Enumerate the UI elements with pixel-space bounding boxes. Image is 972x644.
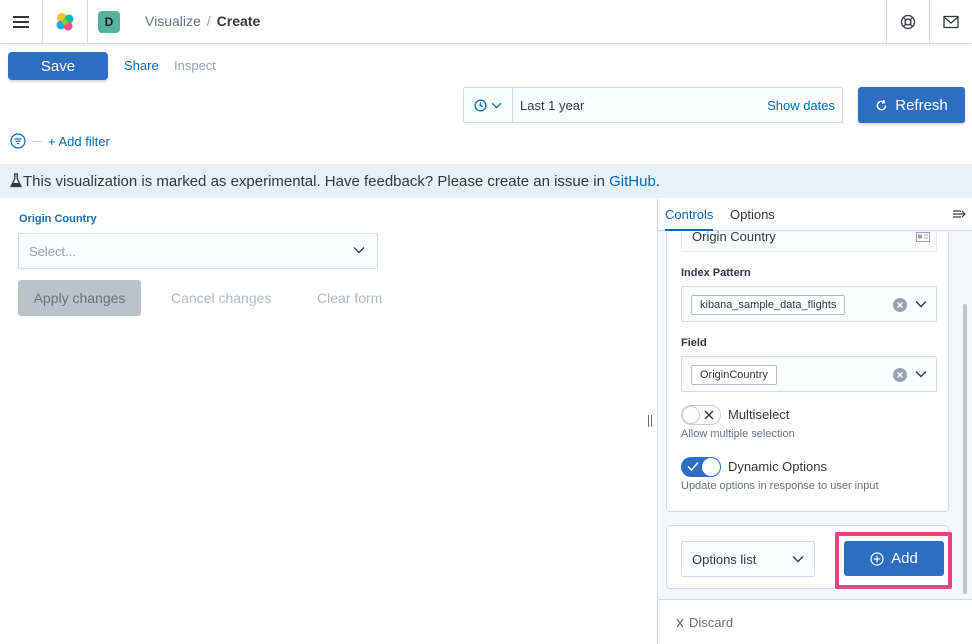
- inspect-link[interactable]: Inspect: [174, 58, 216, 73]
- hamburger-icon: [13, 15, 29, 28]
- cancel-changes-button[interactable]: Cancel changes: [171, 290, 271, 306]
- share-link[interactable]: Share: [124, 58, 159, 73]
- dynamic-options-help: Update options in response to user input: [681, 480, 879, 492]
- close-icon: [897, 372, 903, 378]
- add-filter-link[interactable]: + Add filter: [48, 134, 110, 149]
- multiselect-label: Multiselect: [728, 407, 790, 422]
- clear-selection-button[interactable]: [893, 368, 907, 382]
- save-button[interactable]: Save: [8, 52, 108, 80]
- experimental-banner: This visualization is marked as experime…: [0, 164, 972, 198]
- chevron-down-icon: [353, 247, 365, 254]
- breadcrumb-separator: /: [206, 13, 211, 29]
- close-icon: [897, 302, 903, 308]
- cross-icon: [704, 410, 714, 420]
- tab-controls[interactable]: Controls: [665, 207, 714, 231]
- id-card-icon: [916, 232, 930, 242]
- control-type-value: Options list: [692, 552, 757, 567]
- banner-text: This visualization is marked as experime…: [23, 173, 610, 190]
- sidebar-scrollbar[interactable]: [963, 304, 967, 594]
- switch-knob: [682, 406, 700, 424]
- add-control-label: Add: [891, 550, 918, 567]
- options-select[interactable]: Select...: [18, 233, 378, 269]
- github-link[interactable]: GitHub: [609, 173, 656, 190]
- index-pattern-pill: kibana_sample_data_flights: [691, 295, 846, 315]
- add-control-panel: Options list Add: [666, 525, 952, 589]
- control-label-value: Origin Country: [692, 229, 776, 244]
- apply-changes-button[interactable]: Apply changes: [18, 280, 141, 316]
- refresh-button[interactable]: Refresh: [858, 87, 965, 123]
- clear-form-button[interactable]: Clear form: [317, 290, 382, 306]
- top-header: D Visualize / Create: [0, 0, 972, 44]
- collapse-sidebar-icon[interactable]: [953, 208, 967, 220]
- space-avatar[interactable]: D: [98, 11, 120, 33]
- check-icon: [687, 462, 699, 472]
- kibana-logo[interactable]: [43, 0, 88, 43]
- cross-icon: [676, 618, 684, 627]
- refresh-icon: [876, 99, 887, 110]
- chevron-down-icon: [792, 556, 804, 563]
- discard-button[interactable]: Discard: [676, 615, 733, 630]
- add-button-highlight: Add: [835, 532, 952, 589]
- add-control-button[interactable]: Add: [844, 541, 944, 576]
- menu-toggle-button[interactable]: [0, 0, 43, 43]
- banner-suffix: .: [655, 173, 660, 190]
- multiselect-switch[interactable]: [681, 405, 721, 425]
- field-label: Field: [681, 337, 707, 349]
- clear-selection-button[interactable]: [893, 298, 907, 312]
- resize-handle[interactable]: [648, 415, 654, 427]
- control-editor-card: Origin Country Index Pattern kibana_samp…: [666, 229, 949, 512]
- plus-in-circle-icon: [870, 551, 884, 566]
- date-picker: Last 1 year Show dates: [463, 87, 843, 123]
- beaker-icon: [10, 173, 22, 188]
- filter-options-icon[interactable]: [10, 133, 26, 149]
- newsfeed-button[interactable]: [929, 0, 972, 43]
- sidebar-bottom-bar: Discard: [658, 599, 972, 644]
- help-lifebuoy-icon: [900, 14, 916, 29]
- elastic-logo-icon: [56, 12, 74, 30]
- discard-label: Discard: [689, 615, 734, 630]
- clock-icon: [474, 98, 487, 112]
- dynamic-options-label: Dynamic Options: [728, 459, 827, 474]
- breadcrumb-create: Create: [216, 13, 261, 29]
- date-range-value[interactable]: Last 1 year: [520, 98, 584, 113]
- chevron-down-icon: [491, 102, 502, 109]
- mail-icon: [943, 15, 959, 28]
- show-dates-link[interactable]: Show dates: [767, 98, 835, 113]
- filter-bar: + Add filter: [10, 133, 110, 149]
- breadcrumb-visualize[interactable]: Visualize: [145, 13, 201, 29]
- help-button[interactable]: [886, 0, 929, 43]
- select-placeholder: Select...: [29, 244, 76, 259]
- control-label-input[interactable]: Origin Country: [681, 229, 937, 252]
- field-combobox[interactable]: OriginCountry: [681, 356, 937, 392]
- filter-divider: [32, 140, 42, 142]
- chevron-down-icon[interactable]: [915, 370, 927, 378]
- sidebar-tabs: Controls Options: [658, 199, 972, 231]
- index-pattern-label: Index Pattern: [681, 267, 751, 279]
- field-pill: OriginCountry: [691, 365, 777, 385]
- control-label: Origin Country: [19, 213, 97, 225]
- tab-options[interactable]: Options: [730, 207, 775, 222]
- quick-select-button[interactable]: [464, 88, 513, 122]
- dynamic-options-switch[interactable]: [681, 457, 721, 477]
- control-type-select[interactable]: Options list: [681, 541, 815, 577]
- multiselect-help: Allow multiple selection: [681, 428, 795, 440]
- breadcrumb: Visualize / Create: [145, 13, 260, 29]
- editor-sidebar: Controls Options Origin Country Index Pa…: [657, 199, 972, 644]
- switch-knob: [702, 458, 720, 476]
- refresh-label: Refresh: [895, 96, 948, 114]
- chevron-down-icon[interactable]: [915, 300, 927, 308]
- index-pattern-combobox[interactable]: kibana_sample_data_flights: [681, 286, 937, 322]
